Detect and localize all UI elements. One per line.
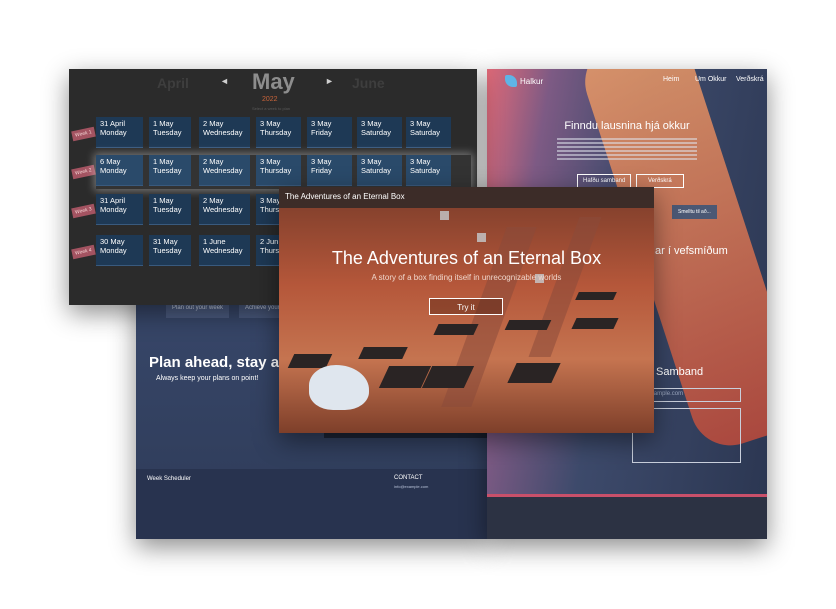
services-heading: ar í vefsmíðum [655, 245, 728, 257]
day-cell[interactable]: 3 May Saturday [357, 155, 402, 186]
game-subtitle: A story of a box finding itself in unrec… [371, 273, 562, 282]
day-cell[interactable]: 3 May Thursday [256, 155, 301, 186]
contact-button[interactable]: Hafðu samband [577, 174, 632, 188]
day-cell[interactable]: 31 April Monday [96, 194, 143, 225]
nav-about[interactable]: Um Okkur [695, 76, 727, 83]
day-cell[interactable]: 31 April Monday [96, 117, 143, 148]
prev-month-label[interactable]: April [157, 75, 189, 91]
year-label: 2022 [262, 96, 278, 103]
site-footer: Week Scheduler CONTACT info@example.com [136, 469, 488, 539]
day-cell[interactable]: 3 May Thursday [256, 117, 301, 148]
nav-home[interactable]: Heim [663, 76, 679, 83]
platform [507, 363, 561, 383]
day-cell[interactable]: 3 May Saturday [406, 155, 451, 186]
next-month-label[interactable]: June [352, 75, 385, 91]
platform [571, 318, 619, 329]
try-it-button[interactable]: Try it [429, 298, 503, 315]
day-cell[interactable]: 3 May Friday [307, 155, 352, 186]
select-hint: Select a week to plan [252, 106, 291, 111]
day-cell[interactable]: 3 May Saturday [406, 117, 451, 148]
week-label[interactable]: Week 2 [71, 164, 96, 180]
next-month-icon[interactable]: ► [325, 76, 334, 86]
window-title: The Adventures of an Eternal Box [285, 192, 405, 201]
site-footer [487, 494, 767, 539]
brand-name[interactable]: Halkur [520, 77, 543, 86]
week-row[interactable]: 31 April Monday 1 May Tuesday 2 May Wednes… [96, 117, 471, 151]
day-cell[interactable]: 1 May Tuesday [149, 117, 191, 148]
nav-pricing[interactable]: Verðskrá [736, 76, 764, 83]
scene-wall [528, 217, 602, 357]
window-titlebar: The Adventures of an Eternal Box [279, 187, 654, 208]
day-cell[interactable]: 3 May Friday [307, 117, 352, 148]
platform [433, 324, 479, 335]
game-title: The Adventures of an Eternal Box [331, 248, 602, 268]
pricing-button[interactable]: Verðskrá [636, 174, 684, 188]
footer-brand: Week Scheduler [147, 476, 191, 482]
platform [358, 347, 408, 359]
halkur-logo-icon [505, 75, 517, 87]
day-cell[interactable]: 1 May Tuesday [149, 155, 191, 186]
week-label[interactable]: Week 4 [71, 244, 96, 260]
day-cell[interactable]: 2 May Wednesday [199, 194, 250, 225]
contact-heading: Samband [656, 366, 704, 378]
day-cell[interactable]: 2 May Wednesday [199, 155, 250, 186]
week-row[interactable]: 6 May Monday 1 May Tuesday 2 May Wednesday… [96, 155, 471, 189]
more-button[interactable]: Smelltu til að... [672, 205, 717, 219]
footer-email[interactable]: info@example.com [394, 484, 428, 489]
floating-cube [477, 233, 486, 242]
hero-subtitle: Always keep your plans on point! [156, 375, 259, 382]
day-cell[interactable]: 2 May Wednesday [199, 117, 250, 148]
week-label[interactable]: Week 3 [71, 203, 96, 219]
hero-headline: Finndu lausnina hjá okkur [564, 120, 690, 132]
hero-body-text [557, 138, 697, 162]
floating-cube [440, 211, 449, 220]
day-cell[interactable]: 30 May Monday [96, 235, 143, 266]
day-cell[interactable]: 31 May Tuesday [149, 235, 191, 266]
current-month: May [252, 69, 295, 94]
week-label[interactable]: Week 1 [71, 126, 96, 142]
prev-month-icon[interactable]: ◄ [220, 76, 229, 86]
day-cell[interactable]: 1 May Tuesday [149, 194, 191, 225]
hero-title: Plan ahead, stay ahe [149, 354, 297, 371]
day-cell[interactable]: 1 June Wednesday [199, 235, 250, 266]
game-page: The Adventures of an Eternal Box The Adv… [279, 187, 654, 433]
platform [575, 292, 617, 300]
footer-contact-heading: CONTACT [394, 475, 423, 481]
day-cell[interactable]: 3 May Saturday [357, 117, 402, 148]
day-cell[interactable]: 6 May Monday [96, 155, 143, 186]
platform [504, 320, 552, 330]
player-character [309, 365, 369, 410]
